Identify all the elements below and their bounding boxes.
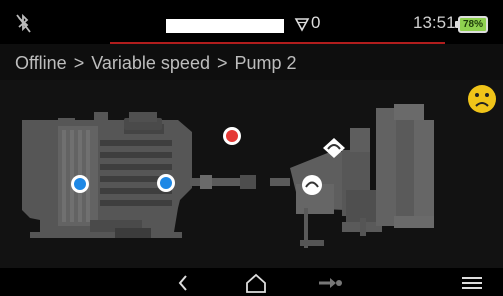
coupling [200, 175, 212, 189]
motor-sensor-point[interactable] [71, 175, 89, 193]
coupling [270, 178, 290, 186]
battery-percent: 78% [462, 19, 483, 30]
menu-icon[interactable] [460, 272, 484, 294]
breadcrumb-separator: > [216, 53, 228, 73]
pump-sensor-icon[interactable] [302, 175, 322, 195]
red-indicator[interactable] [223, 127, 241, 145]
breadcrumb-separator: > [73, 53, 85, 73]
status-field[interactable] [166, 19, 284, 33]
breadcrumb-item-variable-speed[interactable]: Variable speed [91, 53, 210, 73]
breadcrumb-item-offline[interactable]: Offline [15, 53, 67, 73]
battery-indicator: 78% [458, 16, 488, 33]
alarm-count: 0 [311, 13, 321, 32]
next-arrow-icon[interactable] [316, 272, 344, 294]
back-icon[interactable] [176, 272, 190, 294]
machine-diagram [22, 104, 434, 248]
clock: 13:51 [413, 13, 456, 32]
alarm-triangle-icon [294, 18, 310, 32]
status-bar: 0 13:51 78% [0, 0, 503, 44]
motor-sensor-point[interactable] [157, 174, 175, 192]
home-icon[interactable] [244, 272, 268, 294]
breadcrumb: Offline > Variable speed > Pump 2 [15, 53, 297, 74]
bluetooth-off-icon [16, 13, 31, 33]
status-accent-line [110, 42, 445, 44]
coupling [240, 175, 256, 189]
breadcrumb-item-pump-2: Pump 2 [234, 53, 297, 73]
